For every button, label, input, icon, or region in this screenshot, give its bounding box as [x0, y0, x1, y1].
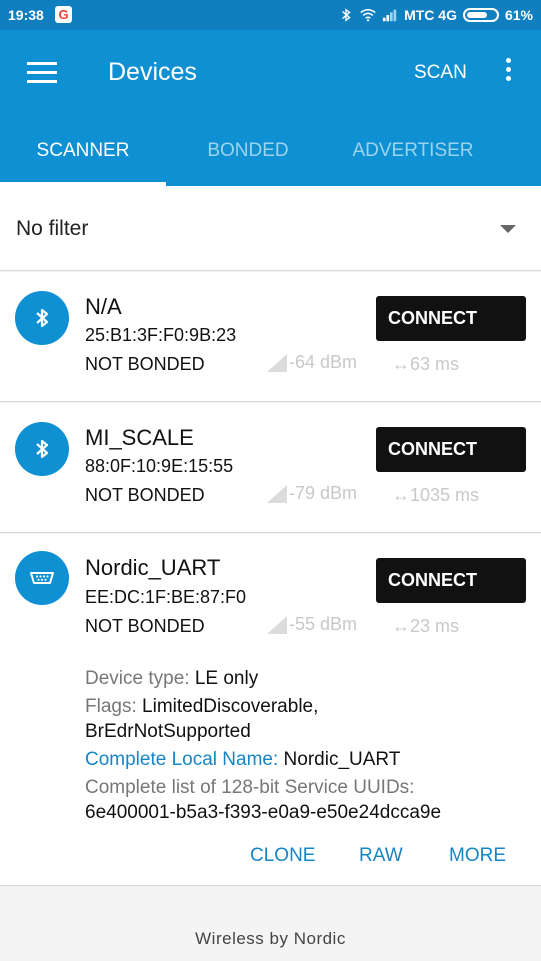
device-name: MI_SCALE [85, 425, 194, 450]
status-time: 19:38 [8, 7, 44, 23]
device-address: 88:0F:10:9E:15:55 [85, 456, 234, 476]
tab-scanner[interactable]: SCANNER [0, 130, 166, 186]
battery-icon [462, 8, 499, 22]
bluetooth-icon [15, 422, 69, 476]
device-address: 25:B1:3F:F0:9B:23 [85, 325, 237, 345]
device-type-row: Device type: LE only [85, 666, 441, 691]
advertising-details: Device type: LE only Flags: LimitedDisco… [85, 666, 441, 825]
wifi-icon [360, 9, 376, 22]
tab-bonded[interactable]: BONDED [166, 130, 330, 186]
connect-label: CONNECT [388, 570, 477, 590]
local-name-row: Complete Local Name: Nordic_UART [85, 747, 441, 772]
more-button[interactable]: MORE [449, 845, 506, 867]
device-item-expanded[interactable]: Nordic_UART EE:DC:1F:BE:87:F0 NOT BONDED… [0, 534, 541, 886]
connect-label: CONNECT [388, 439, 477, 459]
device-type-key: Device type: [85, 668, 190, 689]
signal-strength-icon [267, 615, 287, 634]
signal-strength-icon [267, 484, 287, 503]
rssi-value: -55 dBm [267, 614, 357, 635]
dropdown-arrow-icon [500, 225, 516, 233]
footer-brand: Wireless by Nordic [195, 929, 346, 948]
raw-button[interactable]: RAW [359, 845, 403, 867]
connect-button[interactable]: CONNECT [376, 296, 526, 341]
google-icon: G [55, 6, 72, 23]
connect-button[interactable]: CONNECT [376, 427, 526, 472]
bond-status: NOT BONDED [85, 354, 205, 374]
scan-button[interactable]: SCAN [414, 62, 467, 84]
flags-value-cont: BrEdrNotSupported [85, 721, 251, 742]
battery-percent: 61% [504, 7, 533, 23]
interval-value: ↔1035 ms [392, 485, 480, 505]
device-type-value: LE only [194, 668, 259, 689]
device-name: Nordic_UART [85, 555, 221, 580]
carrier-label: МТС 4G [404, 7, 457, 23]
menu-icon[interactable] [27, 62, 57, 84]
signal-strength-icon [267, 353, 287, 372]
tab-advertiser[interactable]: ADVERTISER [330, 130, 496, 186]
flags-row: Flags: LimitedDiscoverable, [85, 694, 441, 719]
status-right: МТС 4G 61% [338, 7, 533, 23]
bond-status: NOT BONDED [85, 485, 205, 505]
rssi-value: -64 dBm [267, 352, 357, 373]
rssi-text: -55 dBm [289, 614, 358, 634]
rssi-text: -79 dBm [289, 483, 358, 503]
interval-value: ↔63 ms [392, 354, 460, 374]
interval-value: ↔23 ms [392, 616, 460, 636]
flags-key: Flags: [85, 696, 137, 717]
signal-icon [382, 9, 397, 22]
uuids-key: Complete list of 128-bit Service UUIDs: [85, 777, 415, 798]
bluetooth-status-icon [342, 8, 351, 22]
bluetooth-icon [15, 291, 69, 345]
app-bar: Devices SCAN SCANNER BONDED ADVERTISER [0, 30, 541, 186]
device-item[interactable]: MI_SCALE 88:0F:10:9E:15:55 NOT BONDED -7… [0, 403, 541, 533]
rssi-text: -64 dBm [289, 352, 358, 372]
bond-status: NOT BONDED [85, 616, 205, 636]
tab-bar: SCANNER BONDED ADVERTISER [0, 130, 541, 186]
filter-label: No filter [16, 217, 89, 240]
status-bar: 19:38 G МТС 4G 61% [0, 0, 541, 30]
page-title: Devices [108, 58, 197, 86]
more-options-icon[interactable] [503, 58, 513, 86]
uuids-value: 6e400001-b5a3-f393-e0a9-e50e24dcca9e [85, 802, 442, 823]
local-name-key: Complete Local Name: [85, 749, 279, 770]
connect-label: CONNECT [388, 308, 477, 328]
clone-button[interactable]: CLONE [250, 845, 315, 867]
local-name-value: Nordic_UART [283, 749, 401, 770]
device-item[interactable]: N/A 25:B1:3F:F0:9B:23 NOT BONDED -64 dBm… [0, 272, 541, 402]
rssi-value: -79 dBm [267, 483, 357, 504]
serial-port-icon [15, 551, 69, 605]
connect-button[interactable]: CONNECT [376, 558, 526, 603]
device-address: EE:DC:1F:BE:87:F0 [85, 587, 247, 607]
device-name: N/A [85, 294, 122, 319]
flags-value: LimitedDiscoverable, [142, 696, 319, 717]
filter-dropdown[interactable]: No filter [0, 186, 541, 271]
